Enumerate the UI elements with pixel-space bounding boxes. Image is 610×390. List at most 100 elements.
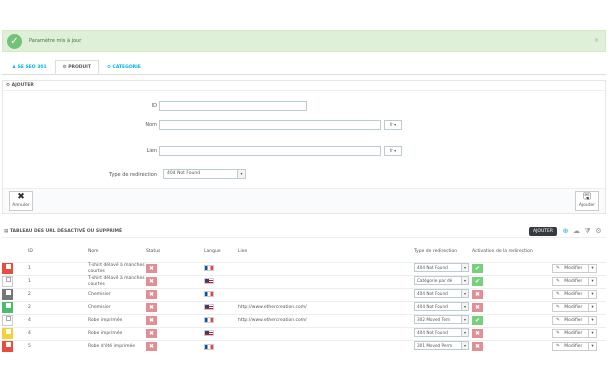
redirect-type-label: Type de redirection <box>109 172 157 178</box>
chevron-down-icon[interactable]: ▾ <box>588 278 595 285</box>
modify-button[interactable]: ✎ Modifier ▾ <box>552 290 597 299</box>
link-input[interactable] <box>159 146 381 156</box>
table-row[interactable]: 2 Chemisier ✖ 404 Not Found ▾ ✖ ✎ Modifier ▾ <box>2 287 606 301</box>
modify-button[interactable]: ✎ Modifier ▾ <box>552 342 597 352</box>
filter-icon[interactable]: ⧩ <box>583 227 592 236</box>
modify-button[interactable]: ✎ Modifier ▾ <box>552 329 597 338</box>
check-icon[interactable]: ✔ <box>472 264 483 273</box>
check-icon[interactable]: ✔ <box>472 277 483 286</box>
name-label: Nom <box>145 122 157 128</box>
row-id: 5 <box>28 339 88 353</box>
row-redirect-select[interactable]: 404 Not Found ▾ <box>414 328 469 337</box>
row-link <box>238 274 414 288</box>
status-disabled-icon[interactable]: ✖ <box>146 264 157 273</box>
panel-title: ⚙ AJOUTER <box>3 81 605 91</box>
row-redirect-select[interactable]: 404 Not Found ▾ <box>414 289 469 298</box>
status-disabled-icon[interactable]: ✖ <box>146 329 157 338</box>
cross-icon[interactable]: ✖ <box>472 329 483 338</box>
chevron-down-icon: ▾ <box>461 342 468 350</box>
row-redirect-select[interactable]: Catégorie par dé ▾ <box>414 276 469 285</box>
table-row[interactable]: 1 T-shirt délavé à manches courtes ✖ Catégo… <box>2 274 606 288</box>
chevron-down-icon[interactable]: ▾ <box>588 304 595 311</box>
row-select-checkbox[interactable] <box>2 315 13 326</box>
flag-en-icon <box>204 330 214 337</box>
redirect-type-select[interactable]: 404 Not Found ▾ <box>163 169 246 179</box>
settings-icon[interactable]: ⚙ <box>594 227 603 236</box>
status-disabled-icon[interactable]: ✖ <box>146 303 157 312</box>
chevron-down-icon: ▾ <box>461 264 468 271</box>
table-header-bar: ▤ TABLEAU DES URL DÉSACTIVÉ OU SUPPRIMÉ … <box>2 226 606 238</box>
row-link <box>238 287 414 301</box>
table-row[interactable]: 5 Robe d'été imprimée ✖ 301 Moved Perm ▾ ✖ ✎ M… <box>2 339 606 353</box>
chevron-down-icon[interactable]: ▾ <box>588 291 595 298</box>
flag-fr-icon <box>204 343 214 350</box>
row-select-checkbox[interactable] <box>2 302 13 313</box>
modify-button[interactable]: ✎ Modifier ▾ <box>552 316 597 325</box>
tab-seo[interactable]: ♟ SE SEO 301 <box>4 60 55 74</box>
table-header-row: ID Nom Status Langue Lien Type de redire… <box>2 242 606 262</box>
add-button[interactable]: 🖫 Ajouter <box>575 191 599 211</box>
chevron-down-icon: ▾ <box>461 277 468 284</box>
status-disabled-icon[interactable]: ✖ <box>146 316 157 325</box>
chevron-down-icon[interactable]: ▾ <box>588 330 595 337</box>
flag-en-icon <box>204 278 214 285</box>
chevron-down-icon[interactable]: ▾ <box>588 317 595 324</box>
row-id: 2 <box>28 287 88 301</box>
row-link <box>238 326 414 340</box>
close-icon: ✖ <box>17 192 25 202</box>
pencil-icon: ✎ Modifier <box>556 279 583 284</box>
tab-produit[interactable]: ⚙ PRODUIT <box>54 60 99 74</box>
row-redirect-select[interactable]: 404 Not Found ▾ <box>414 302 469 311</box>
cross-icon[interactable]: ✖ <box>472 303 483 312</box>
close-icon[interactable]: × <box>594 37 599 44</box>
status-disabled-icon[interactable]: ✖ <box>146 342 157 352</box>
row-name: Robe imprimée <box>88 326 146 340</box>
link-language-button[interactable]: fr ▾ <box>384 146 402 156</box>
success-message: Paramètre mis à jour <box>29 38 82 44</box>
row-select-checkbox[interactable] <box>2 263 13 274</box>
cancel-button[interactable]: ✖ Annuler <box>9 191 33 211</box>
flag-en-icon <box>204 304 214 311</box>
row-redirect-select[interactable]: 302 Moved Tem ▾ <box>414 315 469 324</box>
status-disabled-icon[interactable]: ✖ <box>146 290 157 299</box>
modify-button[interactable]: ✎ Modifier ▾ <box>552 277 597 286</box>
row-select-checkbox[interactable] <box>2 328 13 339</box>
row-id: 1 <box>28 274 88 288</box>
row-select-checkbox[interactable] <box>2 289 13 300</box>
id-input[interactable] <box>159 101 307 111</box>
modify-button[interactable]: ✎ Modifier ▾ <box>552 303 597 312</box>
col-link: Lien <box>238 249 248 255</box>
link-label: Lien <box>146 148 157 154</box>
row-select-checkbox[interactable] <box>2 276 13 287</box>
row-redirect-select[interactable]: 404 Not Found ▾ <box>414 263 469 272</box>
modify-button[interactable]: ✎ Modifier ▾ <box>552 264 597 273</box>
cross-icon[interactable]: ✖ <box>472 290 483 299</box>
row-redirect-select[interactable]: 301 Moved Perm ▾ <box>414 341 469 351</box>
row-id: 2 <box>28 300 88 314</box>
pencil-icon: ✎ Modifier <box>556 266 583 271</box>
chevron-down-icon: ▾ <box>461 303 468 310</box>
chevron-down-icon[interactable]: ▾ <box>588 343 595 351</box>
col-activation: Activation de la redirection <box>472 248 533 254</box>
col-id: ID <box>28 249 33 255</box>
cloud-icon[interactable]: ☁ <box>572 227 581 236</box>
row-link: http://www.ethercreation.com/ <box>238 313 414 327</box>
row-select-checkbox[interactable] <box>2 341 13 353</box>
pencil-icon: ✎ Modifier <box>556 292 583 297</box>
check-icon[interactable]: ✔ <box>472 316 483 325</box>
add-icon[interactable]: ⊕ <box>561 227 570 236</box>
table-row[interactable]: 4 Robe imprimée ✖ http://www.ethercreation.… <box>2 313 606 327</box>
name-input[interactable] <box>159 120 381 130</box>
table-row[interactable]: 4 Robe imprimée ✖ 404 Not Found ▾ ✖ ✎ Modifier… <box>2 326 606 340</box>
table-row[interactable]: 1 T-shirt délavé à manches courtes ✖ 404 No… <box>2 261 606 275</box>
name-language-button[interactable]: fr ▾ <box>384 120 402 130</box>
row-link <box>238 339 414 353</box>
col-status: Status <box>146 249 161 255</box>
table-row[interactable]: 2 Chemisier ✖ http://www.ethercreation.com/… <box>2 300 606 314</box>
tab-categorie[interactable]: ⚙ CATEGORIE <box>99 60 149 74</box>
status-disabled-icon[interactable]: ✖ <box>146 277 157 286</box>
chevron-down-icon[interactable]: ▾ <box>588 265 595 272</box>
cross-icon[interactable]: ✖ <box>472 342 483 352</box>
row-name: T-shirt délavé à manches courtes <box>88 261 146 275</box>
pencil-icon: ✎ Modifier <box>556 305 583 310</box>
